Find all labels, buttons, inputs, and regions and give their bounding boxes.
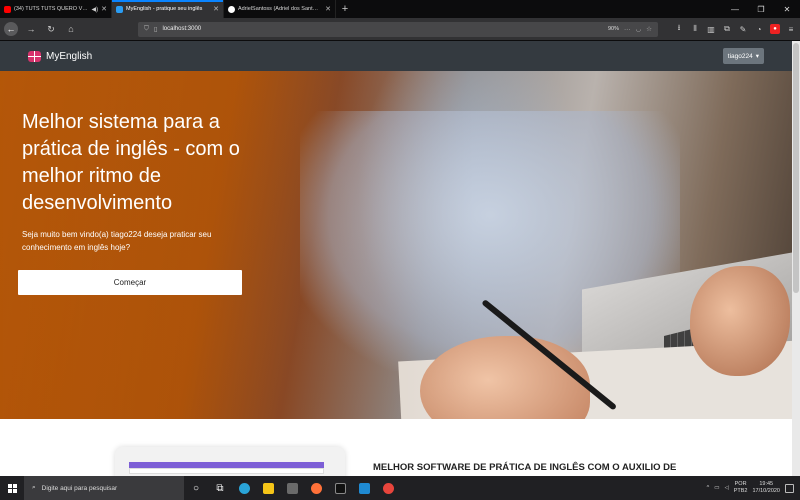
taskbar-search-placeholder: Digite aqui para pesquisar: [41, 484, 118, 492]
url-text[interactable]: localhost:3000: [162, 26, 603, 32]
github-icon: [228, 5, 235, 13]
download-icon[interactable]: ⭳: [674, 23, 684, 34]
vscode-icon[interactable]: [352, 476, 376, 500]
search-icon: ⌕: [32, 484, 36, 491]
browser-toolbar: ← → ↻ ⌂ ⛉ ▯ localhost:3000 90% ··· ◡ ☆ ⭳…: [0, 18, 800, 41]
language-indicator[interactable]: POR PTB2: [734, 481, 748, 495]
tab-youtube[interactable]: (34) TUTS TUTS QUERO VE… ◀) ✕: [0, 0, 112, 18]
maximize-icon[interactable]: ❐: [748, 0, 774, 18]
store-icon[interactable]: [280, 476, 304, 500]
taskbar-search[interactable]: ⌕ Digite aqui para pesquisar: [24, 476, 184, 500]
uk-flag-icon: [28, 50, 41, 62]
firefox-icon[interactable]: [304, 476, 328, 500]
user-name: tiago224: [727, 52, 753, 60]
cortana-icon[interactable]: ○: [184, 476, 208, 500]
hero-subtitle: Seja muito bem vindo(a) tiago224 deseja …: [22, 230, 212, 252]
screenshot-icon[interactable]: ⧉: [722, 24, 732, 34]
brand-name: MyEnglish: [46, 50, 93, 62]
taskbar: ⌕ Digite aqui para pesquisar ○ ⧉ ^ ▭ ◁ P…: [0, 476, 800, 500]
close-window-icon[interactable]: ✕: [774, 0, 800, 18]
app-preview-image: [115, 447, 345, 476]
minimize-icon[interactable]: —: [722, 0, 748, 18]
bookmark-star-icon[interactable]: ☆: [646, 25, 652, 33]
clock-date: 17/10/2020: [752, 488, 780, 494]
start-button[interactable]: [0, 476, 24, 500]
user-dropdown-button[interactable]: tiago224 ▾: [722, 48, 764, 64]
preview-content: [129, 468, 324, 474]
notification-icon[interactable]: [785, 483, 794, 493]
browser-tab-strip: (34) TUTS TUTS QUERO VE… ◀) ✕ MyEnglish …: [0, 0, 800, 18]
tab-title: AdrielSantoss (Adriel dos Sant…: [238, 6, 319, 12]
page-viewport: MyEnglish tiago224 ▾ Melhor sistema para…: [0, 41, 800, 476]
volume-icon[interactable]: ◁: [724, 485, 728, 491]
page-actions-icon[interactable]: ···: [624, 26, 631, 33]
features-section: MELHOR SOFTWARE DE PRÁTICA DE INGLÊS COM…: [0, 419, 792, 476]
myenglish-favicon-icon: [116, 5, 123, 13]
clock[interactable]: 19:45 17/10/2020: [752, 481, 780, 495]
library-icon[interactable]: ⫴: [690, 24, 700, 34]
clock-time: 19:45: [759, 481, 774, 487]
terminal-icon[interactable]: [328, 476, 352, 500]
windows-logo-icon: [7, 483, 17, 493]
site-navbar: MyEnglish tiago224 ▾: [0, 41, 792, 71]
reload-button[interactable]: ↻: [44, 22, 58, 36]
address-bar[interactable]: ⛉ ▯ localhost:3000 90% ··· ◡ ☆: [138, 21, 658, 37]
scrollbar-thumb[interactable]: [793, 43, 799, 293]
network-icon[interactable]: ▭: [714, 485, 719, 491]
task-view-icon[interactable]: ⧉: [208, 476, 232, 500]
pocket-icon[interactable]: ◡: [636, 25, 642, 33]
tab-title: MyEnglish - pratique seu inglês: [126, 6, 203, 12]
youtube-icon: [4, 5, 11, 13]
caret-down-icon: ▾: [755, 53, 759, 60]
window-controls: — ❐ ✕: [722, 0, 800, 18]
chrome-icon[interactable]: [376, 476, 400, 500]
lang-line2: PTB2: [733, 488, 748, 494]
speaker-icon[interactable]: ◀): [92, 6, 99, 13]
sidebar-icon[interactable]: ▥: [706, 24, 716, 34]
adblock-icon[interactable]: ●: [770, 24, 780, 34]
hero-section: Melhor sistema para a prática de inglês …: [0, 71, 792, 419]
menu-icon[interactable]: ≡: [786, 24, 796, 34]
system-tray: ^ ▭ ◁ POR PTB2 19:45 17/10/2020: [707, 481, 800, 495]
zoom-level[interactable]: 90%: [608, 26, 619, 32]
home-button[interactable]: ⌂: [64, 22, 78, 36]
edge-icon[interactable]: [232, 476, 256, 500]
tab-myenglish[interactable]: MyEnglish - pratique seu inglês ✕: [112, 0, 224, 18]
tab-title: (34) TUTS TUTS QUERO VE…: [14, 6, 89, 12]
close-tab-icon[interactable]: ✕: [325, 5, 331, 13]
tab-github[interactable]: AdrielSantoss (Adriel dos Sant… ✕: [224, 0, 336, 18]
account-icon[interactable]: ◔: [754, 24, 764, 34]
shield-icon[interactable]: ⛉: [144, 25, 149, 33]
page-info-icon[interactable]: ▯: [154, 25, 158, 33]
chevron-up-icon[interactable]: ^: [707, 485, 710, 491]
close-tab-icon[interactable]: ✕: [101, 5, 107, 13]
toolbar-right: ⭳ ⫴ ▥ ⧉ ✎ ◔ ● ≡: [674, 23, 796, 34]
feature-heading: MELHOR SOFTWARE DE PRÁTICA DE INGLÊS COM…: [373, 462, 677, 473]
file-explorer-icon[interactable]: [256, 476, 280, 500]
taskbar-apps: ○ ⧉: [184, 476, 400, 500]
page-scrollbar[interactable]: [792, 41, 800, 476]
new-tab-button[interactable]: +: [336, 0, 354, 18]
hero-title: Melhor sistema para a prática de inglês …: [22, 111, 240, 214]
lang-line1: POR: [734, 481, 747, 487]
close-tab-icon[interactable]: ✕: [213, 5, 219, 13]
brand[interactable]: MyEnglish: [28, 50, 93, 62]
forward-button[interactable]: →: [24, 22, 38, 36]
back-button[interactable]: ←: [4, 22, 18, 36]
extension-icon[interactable]: ✎: [738, 24, 748, 34]
start-button[interactable]: Começar: [18, 270, 242, 295]
